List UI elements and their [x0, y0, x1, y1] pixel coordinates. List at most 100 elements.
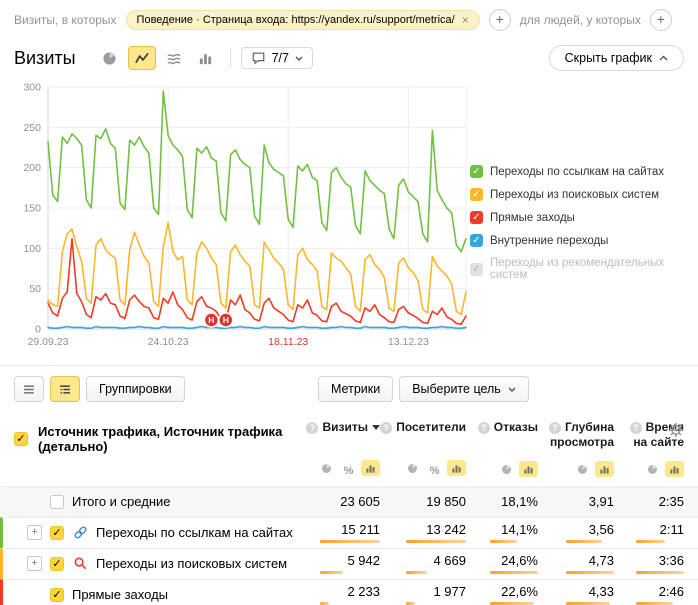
svg-text:50: 50: [29, 283, 41, 295]
legend-checkbox[interactable]: [470, 165, 483, 178]
column-header-visitors[interactable]: Посетители: [380, 420, 466, 435]
legend-checkbox[interactable]: [470, 211, 483, 224]
column-label[interactable]: Посетители: [396, 420, 466, 434]
time-display-modes: [614, 461, 684, 478]
value-bar: [320, 571, 343, 574]
column-header-depth[interactable]: Глубина просмотра: [538, 420, 614, 450]
cell-value: 14,1%: [501, 522, 538, 537]
column-header-bounces[interactable]: Отказы: [466, 420, 538, 435]
row-checkbox[interactable]: [50, 588, 64, 602]
metrics-button[interactable]: Метрики: [318, 376, 393, 402]
cell-value: 2:46: [659, 584, 684, 599]
people-filter-label: для людей, у которых: [520, 13, 641, 27]
link-icon: [72, 525, 88, 541]
stacked-chart-button[interactable]: [160, 46, 188, 70]
hide-chart-button[interactable]: Скрыть график: [549, 45, 684, 71]
groupings-button[interactable]: Группировки: [86, 376, 185, 402]
row-label[interactable]: Прямые заходы: [72, 587, 168, 602]
add-people-condition-button[interactable]: [650, 9, 672, 31]
bars-mode-icon[interactable]: [595, 461, 614, 477]
value-bar: [566, 540, 602, 543]
line-chart-button[interactable]: [128, 46, 156, 70]
table-row: Переходы по ссылкам на сайтах 15 211 13 …: [0, 517, 698, 548]
cell-value: 2:11: [660, 522, 684, 537]
select-goal-label: Выберите цель: [412, 382, 501, 396]
settings-button[interactable]: [668, 422, 684, 441]
value-bar: [406, 571, 427, 574]
pie-chart-button[interactable]: [96, 46, 124, 70]
cell-value: 13 242: [426, 522, 466, 537]
segment-chip[interactable]: Поведение · Страница входа: https://yand…: [126, 10, 480, 30]
row-checkbox[interactable]: [50, 526, 64, 540]
visits-chart[interactable]: 05010015020025030029.09.2324.10.2318.11.…: [8, 77, 470, 359]
close-icon[interactable]: [462, 14, 469, 26]
value-bar: [490, 540, 517, 543]
help-icon[interactable]: [630, 422, 642, 434]
help-icon[interactable]: [549, 422, 561, 434]
legend-item[interactable]: Переходы из рекомендательных систем: [470, 257, 686, 281]
column-header-visits[interactable]: Визиты: [294, 420, 380, 435]
value-bar: [636, 571, 684, 574]
row-label[interactable]: Переходы из поисковых систем: [96, 556, 287, 571]
row-label[interactable]: Переходы по ссылкам на сайтах: [96, 525, 293, 540]
pie-mode-icon[interactable]: [403, 460, 422, 476]
flat-list-view-button[interactable]: [14, 376, 44, 402]
tree-view-icon: [58, 383, 72, 396]
bars-mode-icon[interactable]: [361, 460, 380, 476]
svg-text:200: 200: [23, 162, 41, 174]
legend-item[interactable]: Переходы по ссылкам на сайтах: [470, 165, 686, 178]
svg-text:Н: Н: [223, 315, 229, 325]
pie-mode-icon[interactable]: [317, 460, 336, 476]
comments-count: 7/7: [272, 51, 289, 65]
pie-mode-icon[interactable]: [573, 461, 592, 477]
help-icon[interactable]: [380, 422, 392, 434]
pie-chart-icon: [102, 51, 117, 66]
row-label: Итого и средние: [72, 494, 170, 509]
chevron-down-icon: [295, 56, 303, 61]
line-chart-icon: [134, 51, 150, 66]
column-chart-button[interactable]: [192, 46, 220, 70]
svg-text:13.12.23: 13.12.23: [388, 336, 429, 348]
pie-mode-icon[interactable]: [643, 461, 662, 477]
legend-checkbox[interactable]: [470, 263, 483, 276]
column-label[interactable]: Отказы: [494, 420, 538, 434]
row-checkbox[interactable]: [50, 557, 64, 571]
help-icon[interactable]: [478, 422, 490, 434]
tree-view-button[interactable]: [50, 376, 80, 402]
bars-mode-icon[interactable]: [519, 461, 538, 477]
column-label[interactable]: Визиты: [322, 420, 368, 434]
svg-text:29.09.23: 29.09.23: [28, 336, 69, 348]
legend-item[interactable]: Прямые заходы: [470, 211, 686, 224]
depth-display-modes: [538, 461, 614, 478]
percent-mode-icon[interactable]: [339, 463, 358, 479]
add-visit-condition-button[interactable]: [489, 9, 511, 31]
page-title: Визиты: [14, 48, 76, 69]
metrics-controls: Метрики Выберите цель: [318, 376, 529, 402]
chevron-down-icon: [508, 387, 516, 392]
select-all-checkbox[interactable]: [14, 432, 28, 446]
bars-mode-icon[interactable]: [447, 460, 466, 476]
cell-value: 18,1%: [501, 494, 538, 509]
row-checkbox[interactable]: [50, 495, 64, 509]
percent-mode-icon[interactable]: [425, 463, 444, 479]
cell-value: 22,6%: [501, 584, 538, 599]
comments-button[interactable]: 7/7: [241, 47, 313, 69]
expand-button[interactable]: [27, 556, 42, 571]
expand-button[interactable]: [27, 525, 42, 540]
metrics-label: Метрики: [331, 382, 380, 396]
select-goal-dropdown[interactable]: Выберите цель: [399, 376, 529, 402]
legend-item[interactable]: Внутренние переходы: [470, 234, 686, 247]
bars-mode-icon[interactable]: [665, 461, 684, 477]
help-icon[interactable]: [306, 422, 318, 434]
legend-checkbox[interactable]: [470, 234, 483, 247]
chart-legend: Переходы по ссылкам на сайтах Переходы и…: [470, 77, 686, 359]
legend-label: Переходы из поисковых систем: [490, 189, 659, 201]
value-bar: [320, 540, 380, 543]
legend-item[interactable]: Переходы из поисковых систем: [470, 188, 686, 201]
cell-value: 5 942: [347, 553, 380, 568]
table-row: Переходы из поисковых систем 5 942 4 669…: [0, 548, 698, 579]
chart-section: 05010015020025030029.09.2324.10.2318.11.…: [0, 71, 698, 359]
cell-value: 24,6%: [501, 553, 538, 568]
legend-checkbox[interactable]: [470, 188, 483, 201]
pie-mode-icon[interactable]: [497, 461, 516, 477]
